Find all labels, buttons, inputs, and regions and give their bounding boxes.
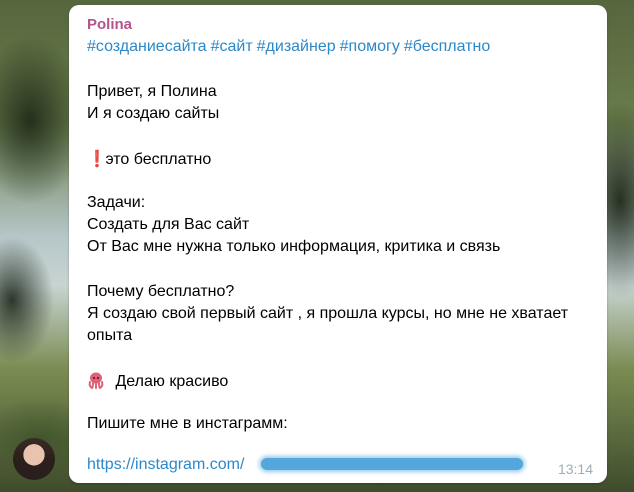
hashtag-link[interactable]: #созданиесайта [87,38,207,55]
sender-avatar[interactable] [13,438,55,480]
why-line-1: Я создаю свой первый сайт , я прошла кур… [87,305,569,322]
hashtag-link[interactable]: #дизайнер [257,38,336,55]
greeting-line-1: Привет, я Полина [87,83,217,100]
free-line: ❗ это бесплатно [87,149,211,169]
contact-line: Пишите мне в инстаграмм: [87,415,288,432]
why-line-2: опыта [87,327,133,344]
why-heading: Почему бесплатно? [87,283,235,300]
greeting-line-2: И я создаю сайты [87,105,220,122]
octopus-icon [87,371,105,394]
hashtag-link[interactable]: #бесплатно [404,38,490,55]
task-line-1: Создать для Вас сайт [87,216,250,233]
hashtag-link[interactable]: #сайт [211,38,253,55]
task-line-2: От Вас мне нужна только информация, крит… [87,238,501,255]
instagram-link[interactable]: https://instagram.com/ [87,456,244,474]
free-text: это бесплатно [105,151,212,168]
message-time: 13:14 [557,461,593,477]
message-bubble[interactable]: Polina #созданиесайта #сайт #дизайнер #помо… [69,5,607,483]
octopus-text: Делаю красиво [115,373,229,390]
tasks-heading: Задачи: [87,194,146,211]
redaction-mark [261,458,523,470]
sender-name[interactable]: Polina [87,16,132,33]
octopus-line: Делаю красиво [87,371,228,394]
hashtags: #созданиесайта #сайт #дизайнер #помогу #бесп… [87,38,494,56]
exclamation-icon: ❗ [87,151,107,168]
hashtag-link[interactable]: #помогу [340,38,400,55]
